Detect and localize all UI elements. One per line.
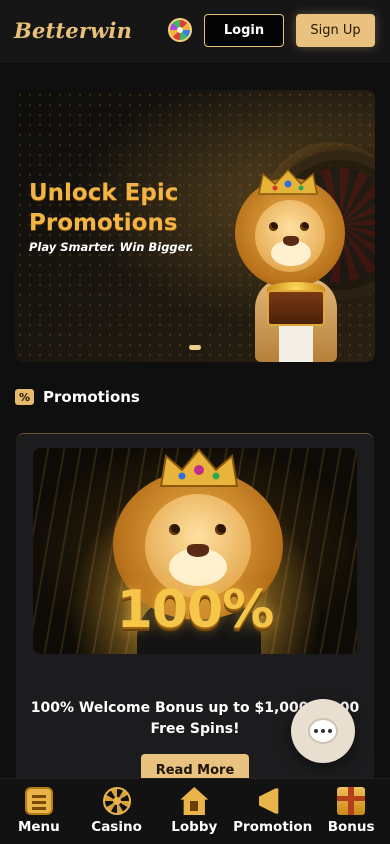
banner-subtitle: Play Smarter. Win Bigger. — [29, 240, 194, 254]
nav-label: Casino — [91, 819, 142, 835]
signup-button[interactable]: Sign Up — [296, 14, 375, 47]
megaphone-icon — [258, 788, 279, 814]
prize-wheel-icon[interactable] — [168, 18, 192, 42]
section-title: Promotions — [43, 388, 140, 406]
nav-label: Bonus — [327, 819, 375, 835]
chat-bubble-icon — [308, 718, 338, 744]
percent-icon: % — [15, 389, 34, 405]
nav-label: Menu — [17, 819, 60, 835]
menu-icon — [24, 787, 53, 815]
banner-title: Unlock Epic Promotions — [29, 180, 179, 236]
promotions-section-header: % Promotions — [15, 388, 140, 406]
nav-item-menu[interactable]: Menu — [0, 779, 78, 844]
lion-mascot-image — [225, 168, 375, 362]
top-header: Betterwin Login Sign Up — [0, 0, 390, 62]
login-button[interactable]: Login — [204, 14, 284, 47]
brand-logo[interactable]: Betterwin — [14, 18, 132, 43]
nav-item-lobby[interactable]: Lobby — [155, 779, 233, 844]
nav-item-bonus[interactable]: Bonus — [312, 779, 390, 844]
home-icon — [180, 787, 209, 815]
promotion-image[interactable]: 100% — [33, 448, 357, 654]
casino-chip-icon — [102, 787, 131, 815]
promo-banner[interactable]: Unlock Epic Promotions Play Smarter. Win… — [15, 90, 375, 362]
nav-label: Lobby — [171, 819, 218, 835]
bonus-percent-graphic: 100% — [116, 580, 275, 640]
nav-item-casino[interactable]: Casino — [78, 779, 156, 844]
nav-label: Promotion — [233, 819, 313, 835]
live-chat-button[interactable] — [291, 699, 355, 763]
carousel-indicator[interactable] — [189, 345, 201, 350]
bottom-navigation: Menu Casino Lobby Promotion Bonus — [0, 778, 390, 844]
nav-item-promotion[interactable]: Promotion — [233, 779, 312, 844]
gift-icon — [337, 787, 366, 815]
